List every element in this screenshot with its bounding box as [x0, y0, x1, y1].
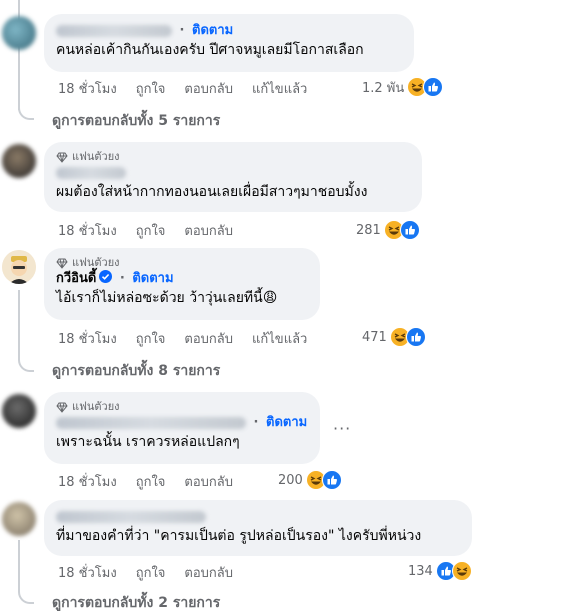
- comment-header: · ติดตาม: [56, 414, 308, 432]
- reaction-count: 471: [362, 329, 387, 345]
- avatar[interactable]: [2, 16, 36, 50]
- reply-button[interactable]: ตอบกลับ: [184, 220, 233, 241]
- comment-text: ไอ้เราก็ไม่หล่อซะด้วย ว้าวุ่นเลยทีนี้😩: [56, 290, 278, 306]
- edited-label[interactable]: แก้ไขแล้ว: [252, 328, 307, 349]
- like-reaction-icon: [405, 327, 426, 347]
- comment-text: ผมต้องใส่หน้ากากทองนอนเลยเผื่อมีสาวๆมาชอ…: [56, 184, 368, 200]
- like-reaction-icon: [321, 470, 342, 490]
- thread-connector: [18, 348, 34, 372]
- badge-label: แฟนตัวยง: [72, 400, 120, 413]
- reaction-summary[interactable]: 1.2 พัน: [362, 77, 444, 97]
- like-button[interactable]: ถูกใจ: [136, 562, 166, 583]
- follow-button[interactable]: ติดตาม: [192, 23, 233, 38]
- separator-dot: ·: [119, 271, 125, 286]
- like-button[interactable]: ถูกใจ: [136, 220, 166, 241]
- thread-connector: [18, 580, 34, 604]
- reply-button[interactable]: ตอบกลับ: [184, 562, 233, 583]
- like-button[interactable]: ถูกใจ: [136, 78, 166, 99]
- comment-actions: 18 ชั่วโมง ถูกใจ ตอบกลับ แก้ไขแล้ว: [58, 329, 307, 347]
- view-replies-link[interactable]: ดูการตอบกลับทั้ง 8 รายการ: [52, 360, 220, 382]
- diamond-icon: [56, 152, 68, 163]
- reply-button[interactable]: ตอบกลับ: [184, 328, 233, 349]
- avatar[interactable]: [2, 502, 36, 536]
- reply-button[interactable]: ตอบกลับ: [184, 78, 233, 99]
- diamond-icon: [56, 258, 68, 269]
- badge-label: แฟนตัวยง: [72, 256, 120, 269]
- haha-reaction-icon: [451, 561, 472, 581]
- comment-bubble: แฟนตัวยง · ติดตาม เพราะฉนั้น เราควรหล่อแ…: [44, 392, 320, 464]
- timestamp[interactable]: 18 ชั่วโมง: [58, 220, 117, 241]
- reply-button[interactable]: ตอบกลับ: [184, 471, 233, 492]
- more-options-button[interactable]: ···: [333, 419, 351, 438]
- separator-dot: ·: [179, 23, 185, 38]
- diamond-icon: [56, 402, 68, 413]
- thread-line: [18, 540, 20, 584]
- separator-dot: ·: [253, 415, 259, 430]
- comment-text: ที่มาของคำที่ว่า "คารมเป็นต่อ รูปหล่อเป็…: [56, 528, 422, 544]
- timestamp[interactable]: 18 ชั่วโมง: [58, 562, 117, 583]
- timestamp[interactable]: 18 ชั่วโมง: [58, 471, 117, 492]
- commenter-name-blurred[interactable]: [56, 510, 206, 523]
- comment-header: [56, 164, 410, 182]
- reaction-count: 1.2 พัน: [362, 80, 405, 96]
- comment-actions: 18 ชั่วโมง ถูกใจ ตอบกลับ แก้ไขแล้ว: [58, 79, 307, 97]
- comment-actions: 18 ชั่วโมง ถูกใจ ตอบกลับ: [58, 563, 233, 581]
- top-fan-badge: แฟนตัวยง: [56, 150, 410, 164]
- commenter-name-blurred[interactable]: [56, 416, 246, 429]
- comment-bubble: แฟนตัวยง ผมต้องใส่หน้ากากทองนอนเลยเผื่อม…: [44, 142, 422, 212]
- timestamp[interactable]: 18 ชั่วโมง: [58, 328, 117, 349]
- follow-button[interactable]: ติดตาม: [266, 415, 307, 430]
- reaction-summary[interactable]: 281: [356, 220, 420, 240]
- comment-actions: 18 ชั่วโมง ถูกใจ ตอบกลับ: [58, 472, 233, 490]
- badge-label: แฟนตัวยง: [72, 150, 120, 163]
- timestamp[interactable]: 18 ชั่วโมง: [58, 78, 117, 99]
- top-fan-badge: แฟนตัวยง: [56, 256, 308, 270]
- view-replies-link[interactable]: ดูการตอบกลับทั้ง 2 รายการ: [52, 592, 220, 614]
- thread-connector: [18, 96, 34, 120]
- comment-text: คนหล่อเค้ากินกันเองครับ ปีศาจหมูเลยมีโอก…: [56, 42, 364, 58]
- comment-bubble: ที่มาของคำที่ว่า "คารมเป็นต่อ รูปหล่อเป็…: [44, 500, 472, 556]
- comment-text: เพราะฉนั้น เราควรหล่อแปลกๆ: [56, 434, 240, 450]
- like-reaction-icon: [423, 77, 444, 97]
- follow-button[interactable]: ติดตาม: [132, 271, 173, 286]
- avatar[interactable]: [2, 250, 36, 284]
- reaction-count: 281: [356, 222, 381, 238]
- avatar[interactable]: [2, 394, 36, 428]
- commenter-name-blurred[interactable]: [56, 166, 126, 179]
- reaction-count: 134: [408, 563, 433, 579]
- comment-bubble: · ติดตาม คนหล่อเค้ากินกันเองครับ ปีศาจหม…: [44, 14, 414, 72]
- like-button[interactable]: ถูกใจ: [136, 471, 166, 492]
- commenter-name[interactable]: กวีอินดี้: [56, 271, 96, 286]
- comment-header: [56, 508, 460, 526]
- view-replies-link[interactable]: ดูการตอบกลับทั้ง 5 รายการ: [52, 110, 220, 132]
- like-reaction-icon: [399, 220, 420, 240]
- reaction-summary[interactable]: 134: [408, 561, 472, 581]
- comment-header: กวีอินดี้ · ติดตาม: [56, 270, 308, 288]
- reaction-summary[interactable]: 200: [278, 470, 342, 490]
- comment-header: · ติดตาม: [56, 22, 402, 40]
- commenter-name-blurred[interactable]: [56, 24, 172, 37]
- comment-bubble: แฟนตัวยง กวีอินดี้ · ติดตาม ไอ้เราก็ไม่ห…: [44, 248, 320, 320]
- reaction-count: 200: [278, 472, 303, 488]
- edited-label[interactable]: แก้ไขแล้ว: [252, 78, 307, 99]
- reaction-summary[interactable]: 471: [362, 327, 426, 347]
- comment-actions: 18 ชั่วโมง ถูกใจ ตอบกลับ: [58, 221, 233, 239]
- verified-badge-icon: [99, 270, 113, 283]
- like-button[interactable]: ถูกใจ: [136, 328, 166, 349]
- thread-line: [18, 290, 20, 352]
- avatar[interactable]: [2, 144, 36, 178]
- top-fan-badge: แฟนตัวยง: [56, 400, 308, 414]
